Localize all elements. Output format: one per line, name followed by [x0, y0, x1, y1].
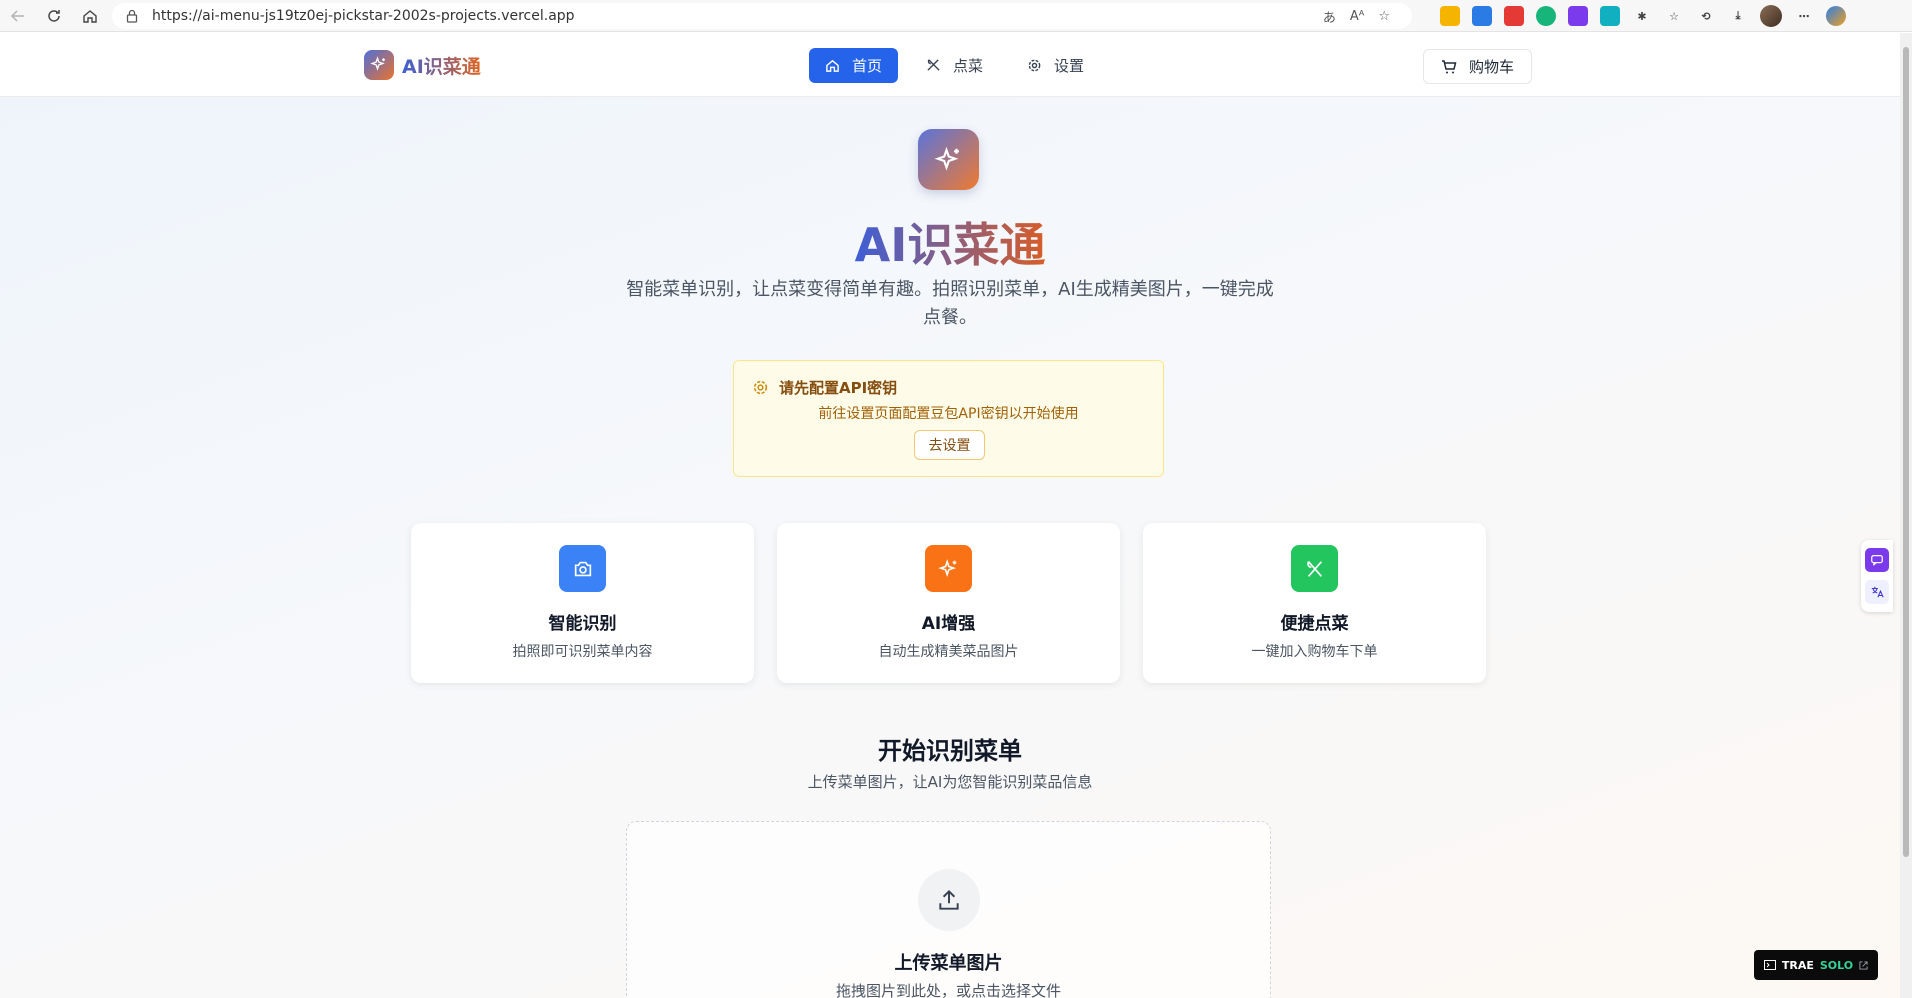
hero-title: AI识菜通 [854, 218, 1046, 272]
shopping-cart-icon [1441, 59, 1457, 73]
feature-desc: 自动生成精美菜品图片 [878, 644, 1019, 660]
chat-icon[interactable] [1865, 548, 1889, 572]
gear-icon [753, 380, 768, 395]
browser-toolbar: https://ai-menu-js19tz0ej-pickstar-2002s… [0, 0, 1912, 32]
gear-icon [1028, 59, 1041, 72]
nav-home-label: 首页 [852, 57, 883, 75]
section-subtitle: 上传菜单图片，让AI为您智能识别菜品信息 [807, 773, 1093, 791]
translate-icon[interactable] [1865, 580, 1889, 604]
arrow-left-icon [10, 9, 24, 22]
more-menu-icon[interactable]: ⋯ [1794, 6, 1814, 26]
feature-title: 便捷点菜 [1280, 614, 1349, 634]
api-key-notice: 请先配置API密钥 前往设置页面配置豆包API密钥以开始使用 去设置 [733, 360, 1164, 477]
puzzle-icon[interactable]: ✱ [1632, 6, 1652, 26]
go-settings-button[interactable]: 去设置 [914, 430, 985, 460]
hero-subtitle: 智能菜单识别，让点菜变得简单有趣。拍照识别菜单，AI生成精美图片，一键完成点餐。 [626, 279, 1274, 328]
page: AI识菜通 首页 点菜 设置 购物车 AI识菜通 智能菜单识别，让点菜变得简单有… [0, 33, 1900, 998]
lock-icon [126, 8, 142, 24]
feature-title: 智能识别 [548, 614, 617, 634]
download-icon[interactable]: ⤓ [1728, 6, 1748, 26]
nav-settings[interactable]: 设置 [1011, 48, 1100, 83]
feature-card-ai: AI增强 自动生成精美菜品图片 [777, 523, 1120, 683]
section-title: 开始识别菜单 [878, 737, 1022, 765]
extension-icon[interactable] [1536, 6, 1556, 26]
logo-text: AI识菜通 [402, 52, 481, 79]
camera-icon [559, 545, 606, 592]
extension-icon[interactable] [1568, 6, 1588, 26]
address-bar[interactable]: https://ai-menu-js19tz0ej-pickstar-2002s… [112, 3, 1412, 29]
back-button[interactable] [0, 0, 36, 32]
url-text: https://ai-menu-js19tz0ej-pickstar-2002s… [152, 8, 575, 24]
extension-icon[interactable] [1600, 6, 1620, 26]
nav-order-label: 点菜 [953, 57, 984, 75]
utensils-icon [927, 59, 940, 71]
terminal-icon [1763, 960, 1776, 970]
sparkles-icon [364, 50, 394, 80]
history-icon[interactable]: ⟲ [1696, 6, 1716, 26]
home-icon [826, 59, 839, 72]
read-aloud-icon[interactable]: Aᴬ [1350, 9, 1365, 24]
trae-solo-badge[interactable]: TRAE SOLO [1754, 950, 1878, 980]
nav-order[interactable]: 点菜 [910, 48, 999, 83]
feature-card-order: 便捷点菜 一键加入购物车下单 [1143, 523, 1486, 683]
extensions-bar: ✱ ☆ ⟲ ⤓ ⋯ [1440, 0, 1846, 32]
upload-dropzone[interactable]: 上传菜单图片 拖拽图片到此处，或点击选择文件 [626, 821, 1271, 998]
notice-body: 前往设置页面配置豆包API密钥以开始使用 [818, 406, 1079, 422]
upload-desc: 拖拽图片到此处，或点击选择文件 [835, 982, 1061, 998]
cart-label: 购物车 [1468, 58, 1514, 76]
translate-icon[interactable]: あ [1323, 7, 1336, 26]
extension-icon[interactable] [1504, 6, 1524, 26]
reload-icon [48, 9, 60, 22]
feature-cards: 智能识别 拍照即可识别菜单内容 AI增强 自动生成精美菜品图片 便捷点菜 一键加… [411, 523, 1486, 683]
notice-title: 请先配置API密钥 [779, 379, 898, 397]
page-scrollbar[interactable] [1900, 33, 1912, 998]
app-header: AI识菜通 首页 点菜 设置 购物车 [0, 33, 1900, 97]
sparkles-icon [925, 545, 972, 592]
copilot-icon[interactable] [1826, 6, 1846, 26]
utensils-icon [1291, 545, 1338, 592]
nav-settings-label: 设置 [1054, 57, 1085, 75]
profile-avatar[interactable] [1760, 5, 1782, 27]
badge-brand: TRAE [1781, 958, 1814, 972]
hero-logo [918, 129, 979, 190]
side-tools [1861, 540, 1893, 612]
upload-icon [918, 869, 980, 931]
feature-desc: 一键加入购物车下单 [1251, 644, 1378, 660]
nav-home[interactable]: 首页 [809, 48, 899, 83]
reload-button[interactable] [36, 0, 72, 32]
favorites-icon[interactable]: ☆ [1664, 6, 1684, 26]
cart-button[interactable]: 购物车 [1423, 49, 1532, 84]
external-link-icon [1859, 960, 1868, 970]
badge-product: SOLO [1819, 958, 1854, 972]
scrollbar-thumb[interactable] [1903, 47, 1909, 857]
main-nav: 首页 点菜 设置 [809, 48, 1100, 83]
extension-icon[interactable] [1472, 6, 1492, 26]
feature-desc: 拍照即可识别菜单内容 [512, 644, 653, 660]
extension-icon[interactable] [1440, 6, 1460, 26]
feature-card-recognize: 智能识别 拍照即可识别菜单内容 [411, 523, 754, 683]
home-icon [83, 9, 97, 23]
feature-title: AI增强 [921, 614, 976, 634]
app-logo[interactable]: AI识菜通 [364, 50, 481, 80]
upload-title: 上传菜单图片 [894, 953, 1003, 974]
sparkles-icon [934, 146, 959, 171]
favorite-star-icon[interactable]: ☆ [1378, 9, 1390, 24]
home-button[interactable] [72, 0, 108, 32]
